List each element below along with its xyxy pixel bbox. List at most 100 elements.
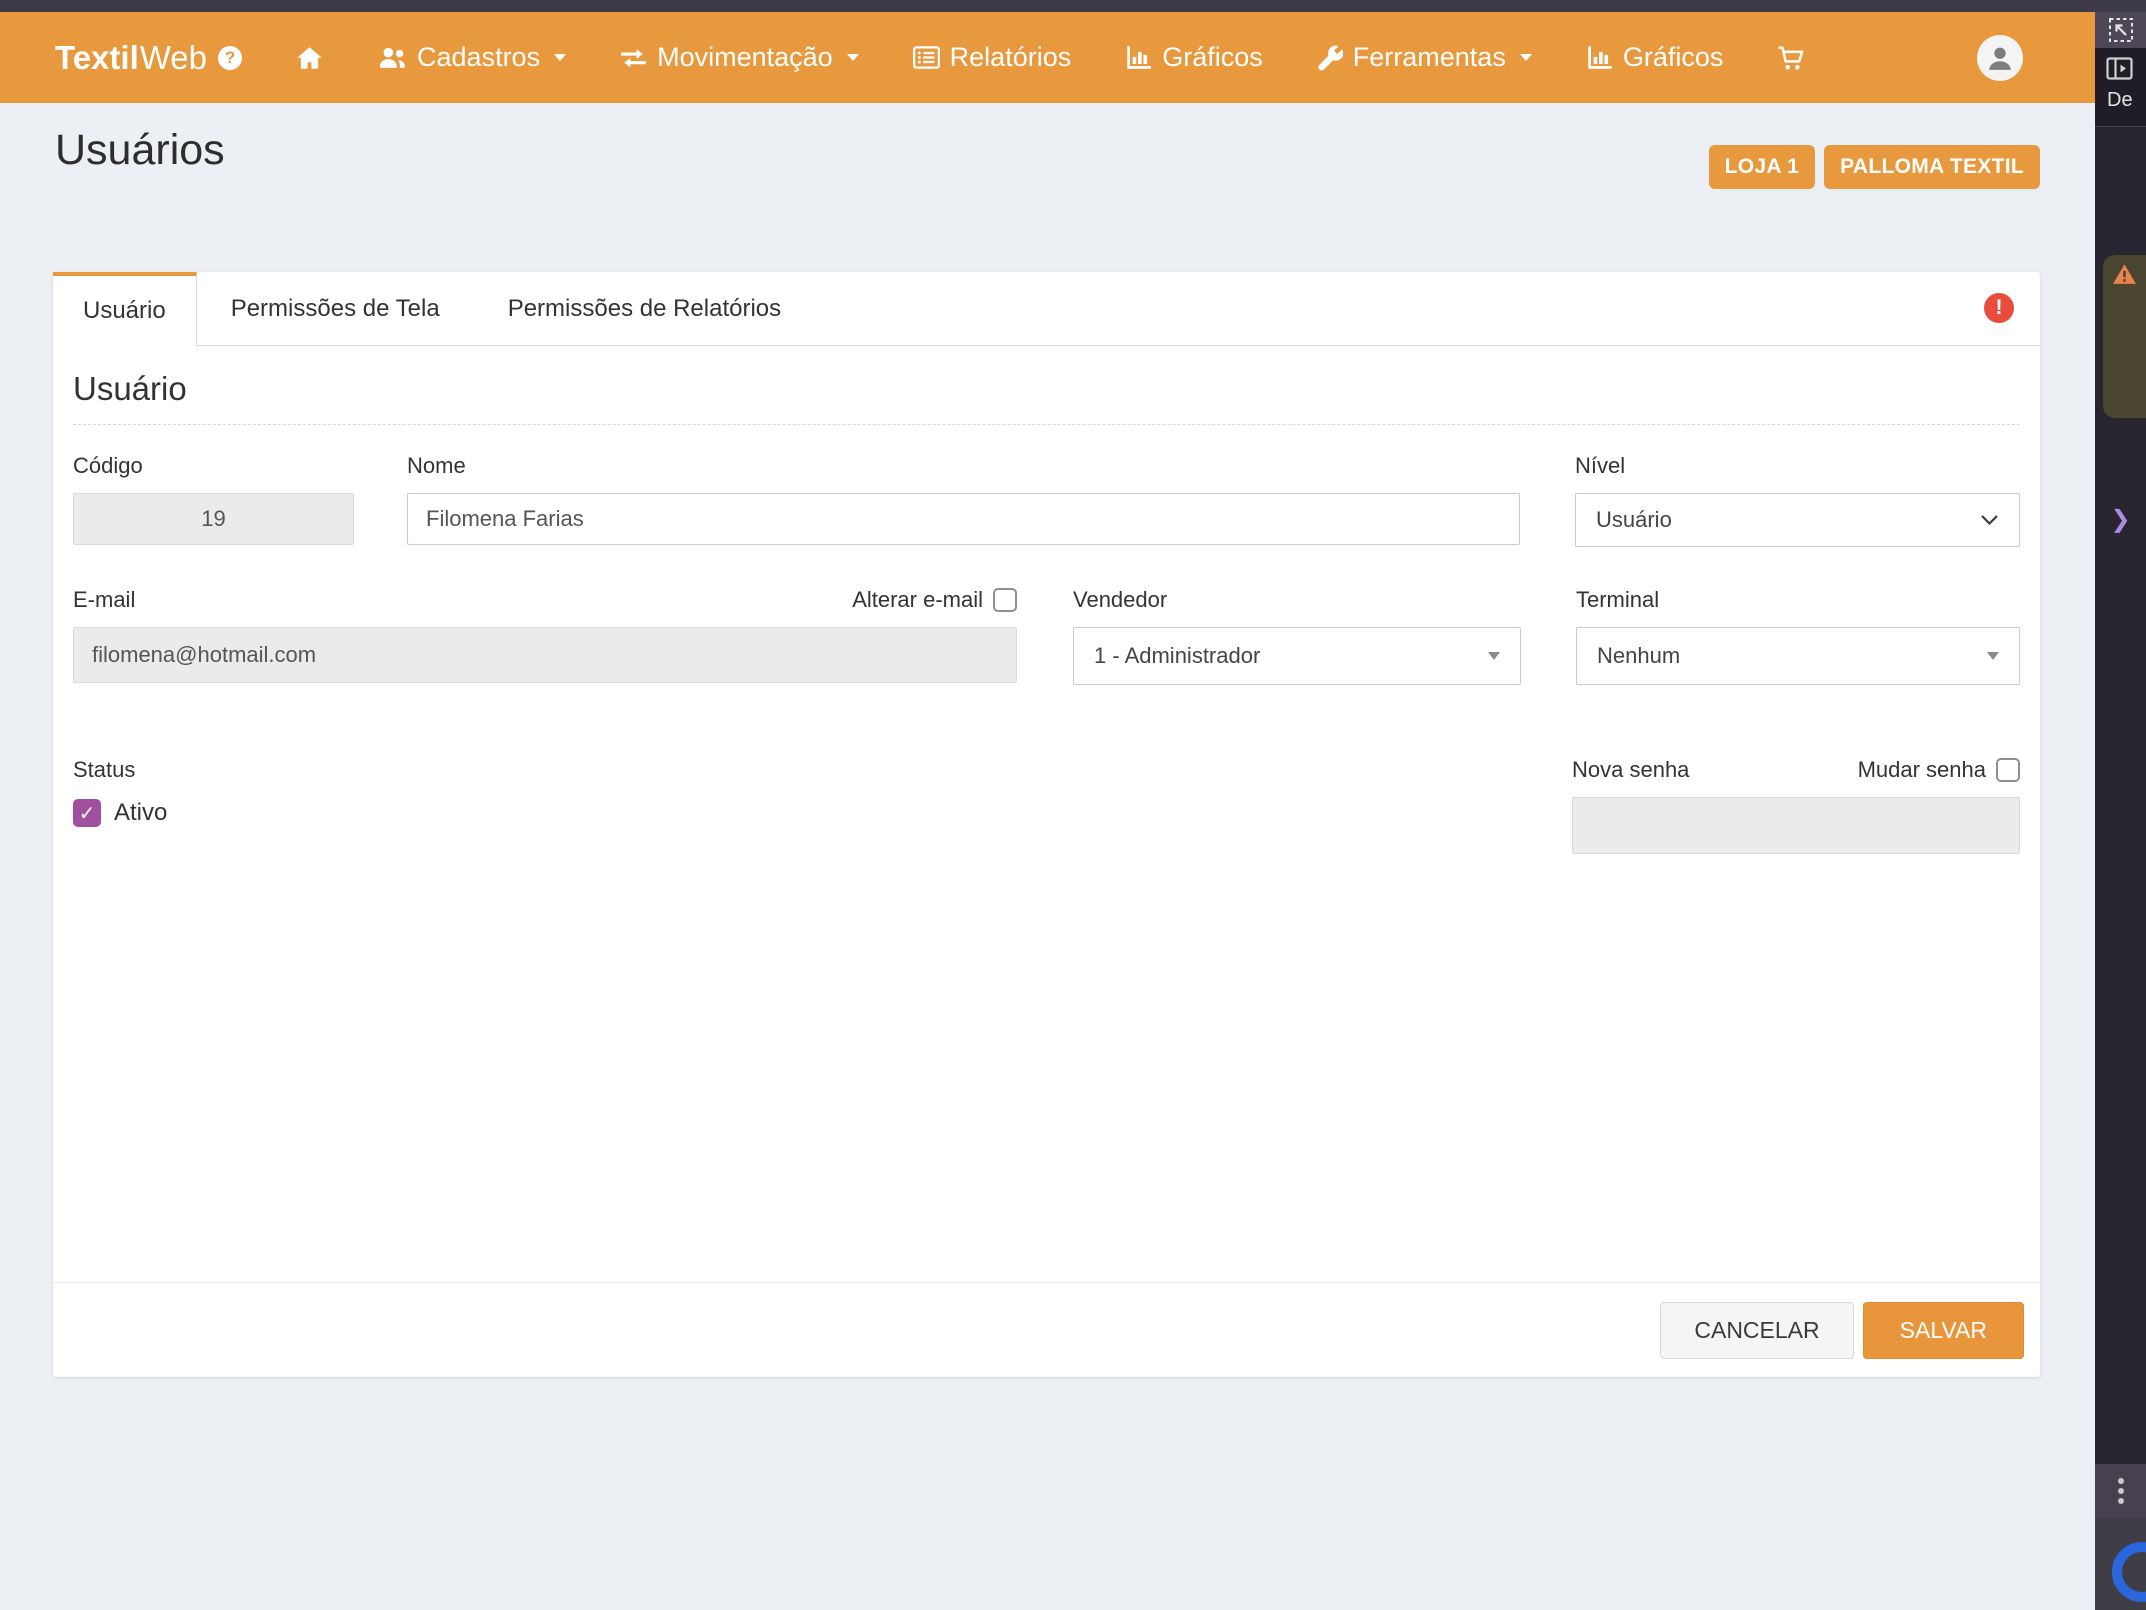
nav-graficos-2[interactable]: Gráficos [1586,42,1724,73]
nav-cart[interactable] [1777,45,1805,71]
codigo-label: Código [73,453,354,479]
nivel-selected-value: Usuário [1596,507,1672,533]
nav-label: Gráficos [1623,42,1724,73]
nav-label: Gráficos [1162,42,1263,73]
chart-icon [1586,45,1613,70]
nome-input[interactable] [407,493,1520,545]
card-footer: CANCELAR SALVAR [53,1282,2040,1377]
email-label: E-mail [73,587,135,613]
page-title: Usuários [55,126,225,175]
caret-down-icon [1520,54,1532,61]
chart-icon [1125,45,1152,70]
nav-ferramentas[interactable]: Ferramentas [1317,42,1532,73]
nome-field-group: Nome [407,453,1520,547]
mudar-senha-checkbox[interactable]: Mudar senha [1858,757,2020,783]
report-icon [913,46,940,69]
status-label: Status [73,757,1572,783]
vendedor-selected-value: 1 - Administrador [1094,643,1260,669]
form-row-2: E-mail Alterar e-mail Vendedor 1 - Admin… [73,587,2020,685]
nova-senha-label: Nova senha [1572,757,1689,783]
vendedor-select[interactable]: 1 - Administrador [1073,627,1521,685]
tab-usuario[interactable]: Usuário [53,272,197,346]
alterar-email-label: Alterar e-mail [852,587,983,613]
terminal-label: Terminal [1576,587,2020,613]
main-navbar: TextilWeb ? Cadastros Movimentação Relat… [0,12,2095,103]
nav-movimentacao[interactable]: Movimentação [620,42,859,73]
nome-label: Nome [407,453,1520,479]
users-icon [377,45,407,70]
exclamation-circle-icon[interactable]: ! [1984,293,2014,323]
terminal-field-group: Terminal Nenhum [1576,587,2020,685]
ativo-label: Ativo [114,799,167,827]
terminal-select[interactable]: Nenhum [1576,627,2020,685]
store-badge[interactable]: LOJA 1 [1709,145,1816,189]
browser-side-panel: De ❯ [2095,12,2146,1610]
nivel-label: Nível [1575,453,2020,479]
user-menu-button[interactable] [1977,35,2023,81]
context-badges: LOJA 1 PALLOMA TEXTIL [1709,145,2040,189]
caret-down-icon [554,54,566,61]
cart-icon [1777,45,1805,71]
vendedor-field-group: Vendedor 1 - Administrador [1073,587,1521,685]
nova-senha-field-group: Nova senha Mudar senha [1572,757,2020,854]
checkbox-unchecked[interactable] [1996,758,2020,782]
capture-region-icon [2108,17,2134,43]
caret-down-icon [847,54,859,61]
tab-permissoes-tela[interactable]: Permissões de Tela [197,272,474,345]
form-row-1: Código Nome Nível Usuário [73,453,2020,547]
brand-logo[interactable]: TextilWeb ? [55,39,242,77]
vendedor-label: Vendedor [1073,587,1521,613]
ativo-checkbox-checked[interactable]: ✓ [73,799,101,827]
checkbox-unchecked[interactable] [993,588,1017,612]
nav-home[interactable] [296,46,323,70]
side-panel-label: De [2107,89,2146,112]
nav-cadastros[interactable]: Cadastros [377,42,566,73]
cancel-button[interactable]: CANCELAR [1660,1302,1853,1359]
tab-bar: Usuário Permissões de Tela Permissões de… [53,272,2040,346]
side-panel-icon[interactable] [2106,57,2133,80]
warning-triangle-icon [2112,263,2137,285]
app-root: TextilWeb ? Cadastros Movimentação Relat… [0,0,2146,1610]
nav-label: Movimentação [657,42,833,73]
panel-expand-chevron[interactable]: ❯ [2095,505,2146,534]
nav-label: Ferramentas [1353,42,1506,73]
nav-relatorios[interactable]: Relatórios [913,42,1072,73]
dashed-divider [73,424,2020,425]
section-title: Usuário [73,370,2020,408]
nav-graficos-1[interactable]: Gráficos [1125,42,1263,73]
alterar-email-checkbox[interactable]: Alterar e-mail [852,587,1017,613]
home-icon [296,46,323,70]
caret-down-icon [1987,652,1999,660]
form-row-3: Status ✓ Ativo Nova senha Mudar senha [73,757,2020,854]
nivel-field-group: Nível Usuário [1575,453,2020,547]
nav-label: Cadastros [417,42,540,73]
transfer-icon [620,47,647,69]
mudar-senha-label: Mudar senha [1858,757,1986,783]
question-circle-icon[interactable]: ? [218,46,242,70]
side-panel-header: De [2095,48,2146,127]
blue-ring-icon[interactable] [2112,1542,2146,1602]
card-body: Usuário Código Nome Nível Usuário [53,346,2040,854]
warning-panel-tab[interactable] [2103,255,2146,418]
codigo-field-group: Código [73,453,354,547]
email-field-group: E-mail Alterar e-mail [73,587,1017,685]
brand-light: Web [140,39,207,77]
user-form-card: Usuário Permissões de Tela Permissões de… [53,272,2040,1377]
caret-down-icon [1488,652,1500,660]
side-panel-footer [2095,1518,2146,1610]
wrench-icon [1317,45,1343,71]
status-field-group: Status ✓ Ativo [73,757,1572,854]
nova-senha-input [1572,797,2020,854]
kebab-menu-icon[interactable] [2095,1464,2146,1518]
tab-permissoes-relatorios[interactable]: Permissões de Relatórios [474,272,815,345]
chevron-down-icon [1980,514,1999,526]
user-avatar-icon [1985,43,2015,73]
company-badge[interactable]: PALLOMA TEXTIL [1824,145,2040,189]
save-button[interactable]: SALVAR [1863,1302,2024,1359]
window-top-strip [0,0,2146,12]
email-input [73,627,1017,683]
capture-region-button[interactable] [2095,12,2146,48]
terminal-selected-value: Nenhum [1597,643,1680,669]
nav-label: Relatórios [950,42,1072,73]
nivel-select[interactable]: Usuário [1575,493,2020,547]
